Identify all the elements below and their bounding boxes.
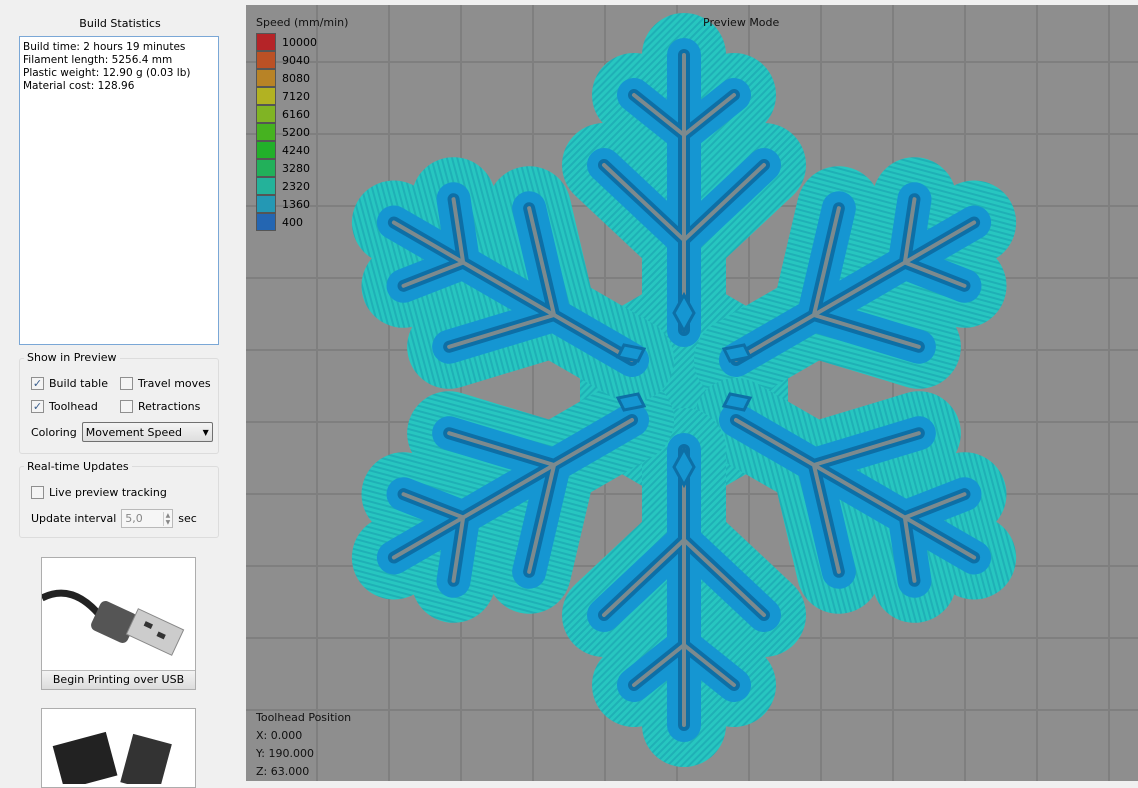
- legend-value: 1360: [282, 198, 310, 211]
- update-interval-spinbox[interactable]: 5,0 ▲ ▼: [121, 509, 174, 528]
- checkbox-icon[interactable]: ✓: [31, 377, 44, 390]
- checkbox-icon[interactable]: [120, 377, 133, 390]
- update-interval-row: Update interval 5,0 ▲ ▼ sec: [31, 509, 197, 528]
- left-panel: Build Statistics Build time: 2 hours 19 …: [0, 0, 240, 788]
- retractions-checkbox[interactable]: Retractions: [120, 400, 200, 413]
- sd-card-button[interactable]: [41, 708, 196, 788]
- retractions-label: Retractions: [138, 400, 201, 413]
- legend-swatch: [256, 177, 276, 195]
- speed-legend: 10000 9040 8080 7120 6160 5200 4240 3280 2320 136…: [256, 33, 317, 231]
- legend-value: 400: [282, 216, 303, 229]
- stat-line: Filament length: 5256.4 mm: [23, 54, 173, 66]
- usb-button-label[interactable]: Begin Printing over USB: [42, 670, 195, 689]
- legend-value: 7120: [282, 90, 310, 103]
- legend-swatch: [256, 33, 276, 51]
- build-table-label: Build table: [49, 377, 108, 390]
- coloring-label: Coloring: [31, 425, 77, 439]
- toolhead-checkbox[interactable]: ✓ Toolhead: [31, 400, 98, 413]
- usb-print-button[interactable]: Begin Printing over USB: [40, 557, 196, 690]
- live-tracking-checkbox[interactable]: Live preview tracking: [31, 486, 167, 499]
- legend-value: 3280: [282, 162, 310, 175]
- legend-swatch: [256, 141, 276, 159]
- legend-swatch: [256, 69, 276, 87]
- toolhead-z: Z: 63.000: [256, 765, 310, 778]
- update-interval-label: Update interval: [31, 512, 117, 525]
- live-tracking-label: Live preview tracking: [49, 486, 167, 499]
- build-statistics-title: Build Statistics: [79, 17, 161, 30]
- preview-viewport[interactable]: Speed (mm/min) Preview Mode 10000 9040 808…: [246, 5, 1138, 781]
- sd-card-icon: [52, 731, 172, 788]
- legend-title: Speed (mm/min): [256, 16, 349, 29]
- toolhead-label: Toolhead: [49, 400, 98, 413]
- legend-value: 10000: [282, 36, 317, 49]
- usb-cable-icon: [40, 589, 185, 656]
- travel-moves-checkbox[interactable]: Travel moves: [120, 377, 211, 390]
- legend-value: 6160: [282, 108, 310, 121]
- update-interval-value[interactable]: 5,0: [125, 512, 143, 525]
- legend-swatch: [256, 105, 276, 123]
- stat-line: Material cost: 128.96: [23, 80, 135, 92]
- coloring-value: Movement Speed: [85, 425, 182, 439]
- checkbox-icon[interactable]: [120, 400, 133, 413]
- legend-swatch: [256, 159, 276, 177]
- build-table-checkbox[interactable]: ✓ Build table: [31, 377, 108, 390]
- legend-value: 2320: [282, 180, 310, 193]
- snowflake-model: [246, 5, 1138, 781]
- legend-swatch: [256, 87, 276, 105]
- stat-line: Build time: 2 hours 19 minutes: [23, 41, 186, 53]
- legend-value: 8080: [282, 72, 310, 85]
- toolhead-x: X: 0.000: [256, 729, 303, 742]
- checkbox-icon[interactable]: ✓: [31, 400, 44, 413]
- checkbox-icon[interactable]: [31, 486, 44, 499]
- realtime-updates-title: Real-time Updates: [24, 460, 132, 473]
- legend-swatch: [256, 123, 276, 141]
- toolhead-y: Y: 190.000: [256, 747, 314, 760]
- legend-value: 4240: [282, 144, 310, 157]
- dropdown-arrow-icon: ▼: [202, 427, 209, 437]
- legend-swatch: [256, 213, 276, 231]
- update-interval-unit: sec: [178, 512, 197, 525]
- coloring-select[interactable]: Movement Speed ▼: [81, 422, 213, 442]
- preview-mode-label: Preview Mode: [703, 16, 780, 29]
- spin-arrows-icon[interactable]: ▲ ▼: [162, 511, 173, 526]
- legend-swatch: [256, 195, 276, 213]
- legend-value: 9040: [282, 54, 310, 67]
- coloring-row: Coloring Movement Speed ▼: [31, 422, 213, 442]
- show-in-preview-title: Show in Preview: [24, 351, 120, 364]
- legend-swatch: [256, 51, 276, 69]
- stat-line: Plastic weight: 12.90 g (0.03 lb): [23, 67, 191, 79]
- toolhead-position-title: Toolhead Position: [256, 711, 352, 724]
- legend-value: 5200: [282, 126, 310, 139]
- build-statistics-text: Build time: 2 hours 19 minutes Filament …: [19, 36, 219, 345]
- travel-moves-label: Travel moves: [138, 377, 211, 390]
